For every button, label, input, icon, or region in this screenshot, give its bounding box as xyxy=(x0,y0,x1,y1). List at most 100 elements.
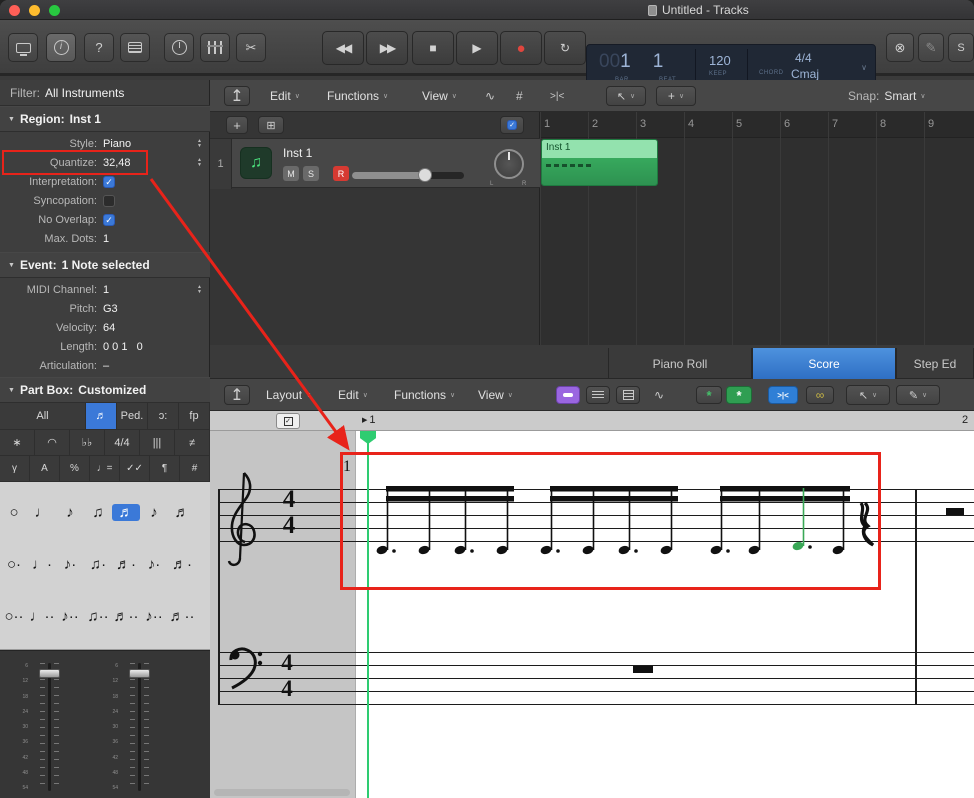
score-view-menu[interactable]: View∨ xyxy=(478,379,513,411)
catch-range-button[interactable]: >|< xyxy=(550,80,564,112)
palette-note[interactable]: ♬ xyxy=(112,504,140,521)
tab-step-editor[interactable]: Step Ed xyxy=(896,348,974,379)
minimize-window-button[interactable] xyxy=(29,5,40,16)
palette-note[interactable]: ♪· xyxy=(56,556,84,573)
solo-mode-button[interactable]: S xyxy=(948,33,974,62)
horizontal-scrollbar[interactable] xyxy=(214,789,350,796)
add-track-button[interactable]: + xyxy=(226,116,248,134)
partbox-symbol[interactable]: % xyxy=(60,456,90,481)
region-param-checkbox[interactable] xyxy=(103,195,115,207)
midi-region[interactable]: Inst 1 xyxy=(541,139,658,186)
partbox-symbol[interactable]: 4/4 xyxy=(105,430,140,455)
track-icon[interactable]: ♫ xyxy=(240,147,272,179)
region-param-row[interactable]: No Overlap:✓ xyxy=(0,210,210,229)
link-button[interactable]: ∞ xyxy=(806,386,834,404)
play-button[interactable]: ▶ xyxy=(456,31,498,65)
staff-view-button[interactable] xyxy=(586,386,610,404)
smart-controls-button[interactable] xyxy=(164,33,194,62)
region-param-row[interactable]: Interpretation:✓ xyxy=(0,172,210,191)
palette-note[interactable]: ♩· xyxy=(28,556,56,573)
partbox-tab[interactable]: fp xyxy=(179,403,210,429)
record-enable-button[interactable]: R xyxy=(333,166,349,181)
record-button[interactable]: ● xyxy=(500,31,542,65)
partbox-symbol[interactable]: ∗ xyxy=(0,430,35,455)
partbox-tab[interactable]: All xyxy=(0,403,86,429)
partbox-symbol[interactable]: ♩= xyxy=(90,456,120,481)
inspector-button[interactable]: i xyxy=(46,33,76,62)
palette-note[interactable]: ♬·· xyxy=(168,608,196,625)
palette-note[interactable]: ♩·· xyxy=(28,608,56,625)
partbox-symbol[interactable]: ¶ xyxy=(150,456,180,481)
region-param-row[interactable]: Quantize:32,48▲▼ xyxy=(0,153,210,172)
score-layout-menu[interactable]: Layout∨ xyxy=(266,379,311,411)
partbox-symbol[interactable]: ◠ xyxy=(35,430,70,455)
playhead-line[interactable] xyxy=(367,431,369,798)
stop-button[interactable]: ■ xyxy=(412,31,454,65)
region-param-checkbox[interactable]: ✓ xyxy=(103,176,115,188)
disclosure-triangle-icon[interactable]: ▼ xyxy=(8,262,15,269)
rewind-button[interactable]: ◀◀ xyxy=(322,31,364,65)
flex-button[interactable]: # xyxy=(516,80,523,112)
palette-note[interactable]: ○ xyxy=(0,504,28,521)
partbox-tab[interactable]: ♬ xyxy=(86,403,117,429)
partbox-symbol[interactable]: γ xyxy=(0,456,30,481)
pan-knob[interactable] xyxy=(494,149,524,179)
quick-help-button[interactable]: ? xyxy=(84,33,114,62)
disclosure-triangle-icon[interactable]: ▼ xyxy=(8,116,15,123)
score-edit-menu[interactable]: Edit∨ xyxy=(338,379,368,411)
region-param-stepper[interactable]: ▲▼ xyxy=(197,158,202,168)
pencil-tool-menu[interactable]: ✎∨ xyxy=(896,385,940,405)
event-param-row[interactable]: Articulation:– xyxy=(0,356,210,375)
stepper-down-icon[interactable]: ▼ xyxy=(197,290,202,295)
palette-note[interactable]: ○·· xyxy=(0,608,28,625)
palette-note[interactable]: ♪ xyxy=(140,504,168,521)
automation-button[interactable]: ∿ xyxy=(485,80,495,112)
volume-slider-thumb[interactable] xyxy=(418,168,432,182)
fader-cap[interactable] xyxy=(129,669,150,678)
partbox-symbol[interactable]: ≠ xyxy=(175,430,210,455)
partbox-symbol[interactable]: A xyxy=(30,456,60,481)
midi-out-button[interactable]: * xyxy=(696,386,722,404)
event-section-header[interactable]: ▼ Event: 1 Note selected xyxy=(0,252,210,278)
cycle-button[interactable]: ↻ xyxy=(544,31,586,65)
region-section-header[interactable]: ▼ Region: Inst 1 xyxy=(0,106,210,132)
partbox-symbol[interactable]: # xyxy=(180,456,210,481)
palette-note[interactable]: ♫ xyxy=(84,504,112,521)
solo-button[interactable]: S xyxy=(303,166,319,181)
channel-fader[interactable]: 61218243036424854 xyxy=(12,657,82,795)
duplicate-track-button[interactable]: ⊞ xyxy=(258,116,284,134)
volume-slider[interactable] xyxy=(352,172,464,179)
partbox-symbol[interactable]: ♭♭ xyxy=(70,430,105,455)
checkbox-tool-button[interactable]: ✓ xyxy=(276,413,300,429)
palette-note[interactable]: ♫· xyxy=(84,556,112,573)
palette-note[interactable]: ♬ xyxy=(168,504,196,521)
score-notes[interactable] xyxy=(360,455,920,585)
catch-content-button[interactable]: >|< xyxy=(768,386,798,404)
palette-note[interactable]: ○· xyxy=(0,556,28,573)
palette-note[interactable]: ♪·· xyxy=(140,608,168,625)
partbox-symbol[interactable]: ||| xyxy=(140,430,175,455)
channel-fader[interactable]: 61218243036424854 xyxy=(102,657,172,795)
tracks-view-menu[interactable]: View∨ xyxy=(422,80,457,112)
event-param-row[interactable]: MIDI Channel:1▲▼ xyxy=(0,280,210,299)
region-param-row[interactable]: Style:Piano▲▼ xyxy=(0,134,210,153)
event-param-row[interactable]: Velocity:64 xyxy=(0,318,210,337)
tracks-functions-menu[interactable]: Functions∨ xyxy=(327,80,388,112)
secondary-tool-menu[interactable]: +∨ xyxy=(656,86,696,106)
mixer-button[interactable] xyxy=(200,33,230,62)
partbox-section-header[interactable]: ▼ Part Box: Customized xyxy=(0,377,210,403)
midi-in-button[interactable] xyxy=(556,386,580,404)
timeline-ruler[interactable]: 123456789 xyxy=(540,112,974,138)
score-ruler[interactable]: ✓ ▶1 2 xyxy=(210,411,974,431)
catch-playhead-button[interactable]: ↥ xyxy=(224,385,250,405)
tab-piano-roll[interactable]: Piano Roll xyxy=(608,348,752,379)
palette-note[interactable]: ♪ xyxy=(56,504,84,521)
tab-score[interactable]: Score xyxy=(752,348,896,379)
pointer-tool-menu[interactable]: ↖∨ xyxy=(846,385,890,405)
pointer-tool-menu[interactable]: ↖∨ xyxy=(606,86,646,106)
page-view-button[interactable] xyxy=(616,386,640,404)
library-button[interactable] xyxy=(8,33,38,62)
fader-cap[interactable] xyxy=(39,669,60,678)
disclosure-triangle-icon[interactable]: ▼ xyxy=(8,387,15,394)
checkbox-tool-button[interactable]: ✓ xyxy=(500,116,524,134)
